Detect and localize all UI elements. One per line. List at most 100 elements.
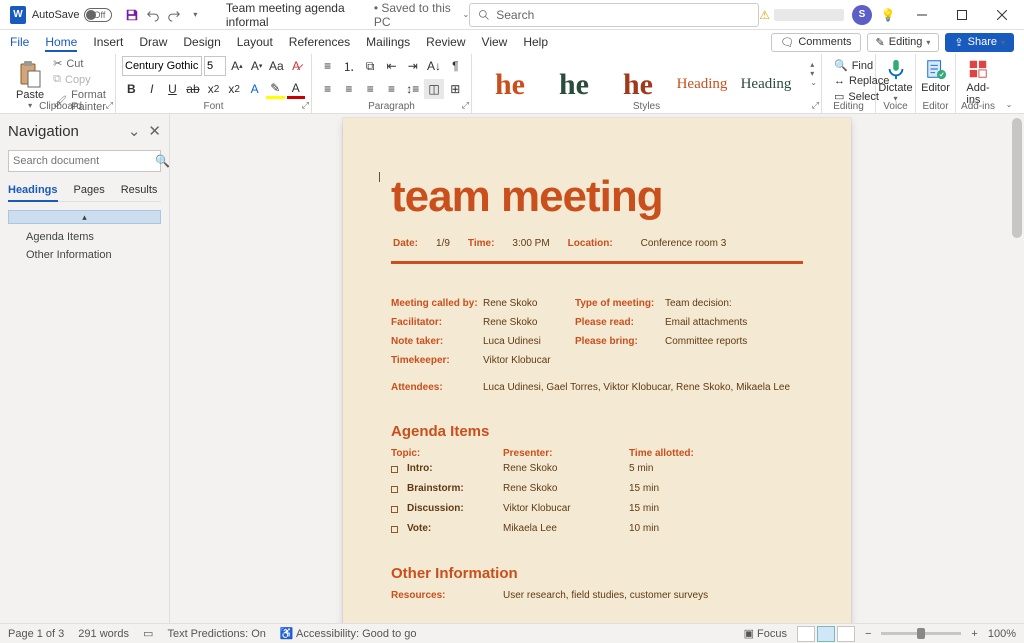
replace-button[interactable]: ↔ Replace (832, 74, 865, 88)
nav-search-input[interactable]: 🔍▾ (8, 150, 161, 172)
nav-search-field[interactable] (13, 155, 155, 167)
style-item[interactable]: he (480, 64, 540, 106)
font-color-icon[interactable]: A (287, 79, 306, 99)
accessibility-status[interactable]: ♿ Accessibility: Good to go (280, 627, 417, 640)
checkbox-icon[interactable] (391, 486, 398, 493)
close-button[interactable] (984, 1, 1020, 29)
user-avatar[interactable]: S (852, 5, 872, 25)
find-button[interactable]: 🔍 Find (832, 58, 865, 73)
style-item[interactable]: he (544, 64, 604, 106)
superscript-button[interactable]: x2 (225, 79, 244, 99)
align-left-icon[interactable]: ≡ (318, 79, 337, 99)
multilevel-icon[interactable]: ⧉ (361, 56, 380, 76)
zoom-level[interactable]: 100% (988, 628, 1016, 640)
clipboard-launcher[interactable]: ⤢ (106, 100, 113, 111)
lightbulb-icon[interactable]: 💡 (876, 3, 900, 27)
styles-up-icon[interactable]: ▴ (810, 60, 817, 69)
tab-home[interactable]: Home (45, 32, 77, 52)
style-item[interactable]: he (608, 64, 668, 106)
underline-button[interactable]: U (163, 79, 182, 99)
font-launcher[interactable]: ⤢ (302, 100, 309, 111)
shrink-font-icon[interactable]: A▾ (248, 56, 266, 76)
strikethrough-button[interactable]: ab (184, 79, 203, 99)
tab-help[interactable]: Help (523, 32, 548, 52)
italic-button[interactable]: I (143, 79, 162, 99)
style-item[interactable]: Heading (736, 64, 796, 106)
font-name-select[interactable] (122, 56, 202, 76)
nav-close-icon[interactable]: ✕ (148, 122, 161, 140)
paragraph-launcher[interactable]: ⤢ (462, 100, 469, 111)
qat-customize-icon[interactable]: ▾ (185, 3, 206, 27)
redo-icon[interactable] (164, 3, 185, 27)
document-title[interactable]: Team meeting agenda informal • Saved to … (226, 1, 469, 29)
collapse-ribbon-icon[interactable]: ⌄ (1006, 100, 1013, 109)
warning-icon[interactable]: ⚠ (759, 8, 770, 22)
share-button[interactable]: ⇪ Share ▾ (945, 33, 1014, 52)
comments-button[interactable]: 🗨 Comments (771, 33, 860, 52)
checkbox-icon[interactable] (391, 466, 398, 473)
page[interactable]: team meeting Date: 1/9 Time: 3:00 PM Loc… (343, 118, 851, 623)
save-icon[interactable] (121, 3, 142, 27)
font-size-select[interactable] (204, 56, 226, 76)
style-item[interactable]: Heading (672, 64, 732, 106)
page-indicator[interactable]: Page 1 of 3 (8, 628, 64, 640)
tab-references[interactable]: References (289, 32, 350, 52)
checkbox-icon[interactable] (391, 506, 398, 513)
vertical-scrollbar[interactable] (1010, 114, 1024, 623)
tab-draw[interactable]: Draw (139, 32, 167, 52)
copy-button[interactable]: ⧉ Copy (50, 72, 109, 87)
checkbox-icon[interactable] (391, 526, 398, 533)
focus-mode[interactable]: ▣ Focus (744, 627, 787, 640)
zoom-in-icon[interactable]: + (971, 628, 977, 640)
search-input[interactable]: Search (469, 3, 759, 27)
highlight-icon[interactable]: ✎ (266, 79, 285, 99)
nav-heading-item[interactable]: Agenda Items (8, 228, 161, 246)
increase-indent-icon[interactable]: ⇥ (403, 56, 422, 76)
shading-icon[interactable]: ◫ (424, 79, 443, 99)
borders-icon[interactable]: ⊞ (446, 79, 465, 99)
cut-button[interactable]: ✂ Cut (50, 56, 109, 71)
maximize-button[interactable] (944, 1, 980, 29)
language-icon[interactable]: ▭ (143, 627, 153, 640)
scrollbar-thumb[interactable] (1012, 118, 1022, 238)
justify-icon[interactable]: ≡ (382, 79, 401, 99)
autosave-toggle[interactable]: AutoSave Off (32, 8, 114, 22)
nav-tab-results[interactable]: Results (121, 184, 158, 201)
tab-layout[interactable]: Layout (237, 32, 273, 52)
tab-review[interactable]: Review (426, 32, 465, 52)
decrease-indent-icon[interactable]: ⇤ (382, 56, 401, 76)
align-center-icon[interactable]: ≡ (339, 79, 358, 99)
document-area[interactable]: team meeting Date: 1/9 Time: 3:00 PM Loc… (170, 114, 1024, 623)
sort-icon[interactable]: A↓ (424, 56, 443, 76)
nav-chevron-icon[interactable]: ⌄ (128, 122, 141, 140)
nav-tab-pages[interactable]: Pages (74, 184, 105, 201)
nav-heading-item[interactable]: Other Information (8, 246, 161, 264)
undo-icon[interactable] (143, 3, 164, 27)
line-spacing-icon[interactable]: ↕≡ (403, 79, 422, 99)
account-name[interactable] (774, 9, 844, 21)
tab-mailings[interactable]: Mailings (366, 32, 410, 52)
editing-mode-button[interactable]: ✎ Editing ▾ (867, 33, 940, 52)
align-right-icon[interactable]: ≡ (361, 79, 380, 99)
show-marks-icon[interactable]: ¶ (446, 56, 465, 76)
tab-design[interactable]: Design (183, 32, 220, 52)
grow-font-icon[interactable]: A▴ (228, 56, 246, 76)
print-layout-icon[interactable] (817, 626, 835, 642)
styles-more-icon[interactable]: ⌄ (810, 78, 817, 87)
numbering-icon[interactable]: ⒈ (339, 56, 358, 76)
text-effects-icon[interactable]: A (245, 79, 264, 99)
styles-launcher[interactable]: ⤢ (812, 100, 819, 111)
read-mode-icon[interactable] (797, 626, 815, 642)
zoom-slider[interactable] (881, 632, 961, 635)
bullets-icon[interactable]: ≡ (318, 56, 337, 76)
tab-insert[interactable]: Insert (93, 32, 123, 52)
word-count[interactable]: 291 words (78, 628, 129, 640)
tab-file[interactable]: File (10, 32, 29, 52)
minimize-button[interactable] (904, 1, 940, 29)
web-layout-icon[interactable] (837, 626, 855, 642)
clear-format-icon[interactable]: A̷ (287, 56, 305, 76)
styles-down-icon[interactable]: ▾ (810, 69, 817, 78)
editor-button[interactable]: Editor (922, 56, 949, 96)
bold-button[interactable]: B (122, 79, 141, 99)
tab-view[interactable]: View (482, 32, 508, 52)
